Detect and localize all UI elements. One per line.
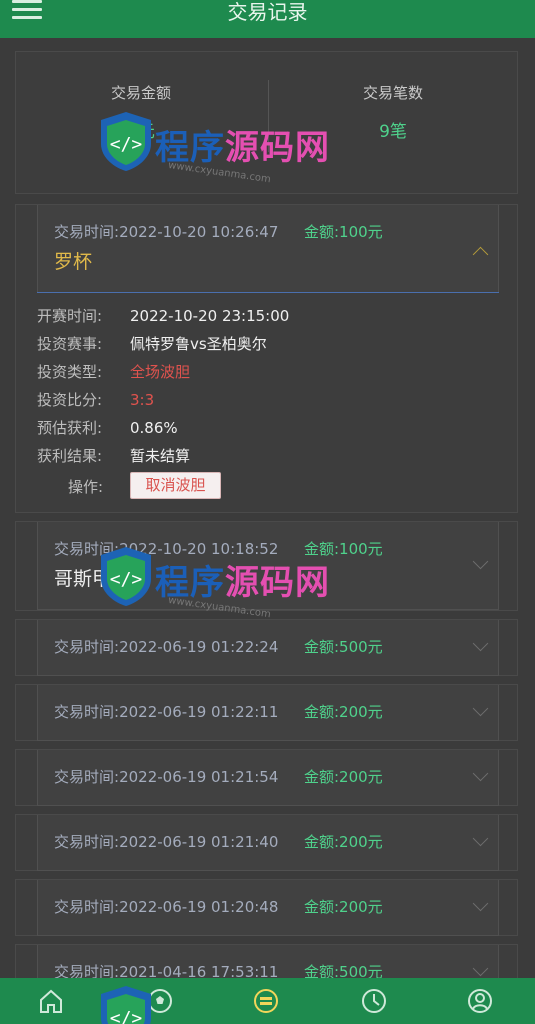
detail-expected-profit: 预估获利: 0.86% bbox=[37, 419, 178, 437]
record-amount: 金额:200元 bbox=[304, 833, 383, 851]
record-header[interactable]: 交易时间:2022-10-20 10:26:47 金额:100元 罗杯 bbox=[37, 205, 499, 293]
page-title: 交易记录 bbox=[227, 0, 308, 24]
record-header[interactable]: 交易时间:2022-06-19 01:21:54 金额:200元 bbox=[37, 750, 499, 806]
record-header[interactable]: 交易时间:2022-06-19 01:22:24 金额:500元 bbox=[37, 620, 499, 676]
bottom-tab-bar bbox=[0, 978, 535, 1024]
chevron-down-icon[interactable] bbox=[472, 895, 489, 912]
record-card[interactable]: 交易时间:2022-06-19 01:21:40 金额:200元 bbox=[15, 814, 518, 871]
summary-panel: 交易金额 0元 交易笔数 9笔 bbox=[15, 51, 518, 194]
record-amount: 金额:200元 bbox=[304, 768, 383, 786]
cancel-bet-button[interactable]: 取消波胆 bbox=[130, 472, 221, 499]
chevron-down-icon[interactable] bbox=[472, 700, 489, 717]
detail-score: 投资比分: 3:3 bbox=[37, 391, 155, 409]
record-amount: 金额:100元 bbox=[304, 540, 383, 558]
detail-bet-type: 投资类型: 全场波胆 bbox=[37, 363, 191, 381]
chevron-down-icon[interactable] bbox=[472, 553, 489, 570]
summary-amount: 交易金额 0元 bbox=[16, 82, 266, 142]
record-amount: 金额:200元 bbox=[304, 703, 383, 721]
record-time: 交易时间:2022-10-20 10:26:47 bbox=[54, 223, 279, 241]
record-card[interactable]: 交易时间:2022-06-19 01:21:54 金额:200元 bbox=[15, 749, 518, 806]
record-header[interactable]: 交易时间:2022-10-20 10:18:52 金额:100元 哥斯甲 bbox=[37, 522, 499, 610]
record-card-expanded: 交易时间:2022-10-20 10:26:47 金额:100元 罗杯 开赛时间… bbox=[15, 204, 518, 513]
chevron-up-icon[interactable] bbox=[472, 246, 489, 263]
count-value: 9笔 bbox=[379, 122, 407, 142]
app-root: 交易记录 交易金额 0元 交易笔数 9笔 交易时间:2022-10-20 10:… bbox=[0, 0, 535, 1024]
record-card[interactable]: 交易时间:2022-06-19 01:22:24 金额:500元 bbox=[15, 619, 518, 676]
detail-event: 投资赛事: 佩特罗鲁vs圣柏奥尔 bbox=[37, 335, 267, 353]
record-amount: 金额:500元 bbox=[304, 638, 383, 656]
record-time: 交易时间:2022-06-19 01:21:40 bbox=[54, 833, 279, 851]
amount-label: 交易金额 bbox=[110, 84, 171, 102]
amount-value: 0元 bbox=[127, 122, 155, 142]
operation-label: 操作: bbox=[68, 478, 104, 496]
chevron-down-icon[interactable] bbox=[472, 960, 489, 977]
chevron-down-icon[interactable] bbox=[472, 635, 489, 652]
header-underline bbox=[37, 292, 499, 293]
record-time: 交易时间:2022-10-20 10:18:52 bbox=[54, 540, 279, 558]
record-header[interactable]: 交易时间:2022-06-19 01:20:48 金额:200元 bbox=[37, 880, 499, 936]
clock-icon[interactable] bbox=[360, 987, 390, 1017]
football-icon[interactable] bbox=[146, 987, 176, 1017]
record-time: 交易时间:2022-06-19 01:20:48 bbox=[54, 898, 279, 916]
home-icon[interactable] bbox=[37, 987, 67, 1017]
record-header[interactable]: 交易时间:2022-06-19 01:21:40 金额:200元 bbox=[37, 815, 499, 871]
summary-count: 交易笔数 9笔 bbox=[268, 82, 518, 142]
chevron-down-icon[interactable] bbox=[472, 765, 489, 782]
record-amount: 金额:100元 bbox=[304, 223, 383, 241]
record-time: 交易时间:2022-06-19 01:22:24 bbox=[54, 638, 279, 656]
record-time: 交易时间:2022-06-19 01:21:54 bbox=[54, 768, 279, 786]
record-card[interactable]: 交易时间:2022-10-20 10:18:52 金额:100元 哥斯甲 bbox=[15, 521, 518, 611]
record-header[interactable]: 交易时间:2022-06-19 01:22:11 金额:200元 bbox=[37, 685, 499, 741]
detail-result: 获利结果: 暂未结算 bbox=[37, 447, 191, 465]
record-time: 交易时间:2022-06-19 01:22:11 bbox=[54, 703, 279, 721]
match-name: 哥斯甲 bbox=[54, 568, 112, 590]
match-name: 罗杯 bbox=[54, 251, 93, 273]
top-bar: 交易记录 bbox=[0, 0, 535, 38]
records-icon[interactable] bbox=[252, 987, 282, 1017]
detail-start-time: 开赛时间: 2022-10-20 23:15:00 bbox=[37, 307, 290, 325]
record-amount: 金额:200元 bbox=[304, 898, 383, 916]
record-card[interactable]: 交易时间:2022-06-19 01:20:48 金额:200元 bbox=[15, 879, 518, 936]
chevron-down-icon[interactable] bbox=[472, 830, 489, 847]
user-icon[interactable] bbox=[466, 987, 496, 1017]
count-label: 交易笔数 bbox=[362, 84, 423, 102]
record-card[interactable]: 交易时间:2022-06-19 01:22:11 金额:200元 bbox=[15, 684, 518, 741]
